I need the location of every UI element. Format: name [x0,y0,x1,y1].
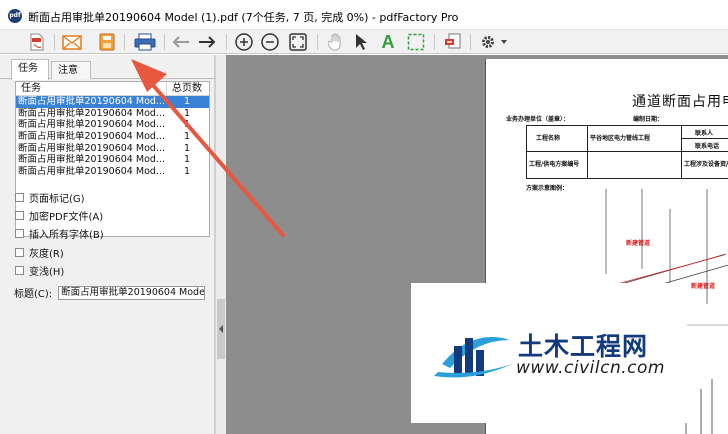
job-row[interactable]: 断面占用审批单20190604 Mod... 1 [16,119,209,131]
brand-logo-icon [434,337,512,378]
option-grayscale[interactable]: 灰度(R) [15,245,64,260]
page-marks-checkbox[interactable] [15,192,24,202]
text-tool-label: A [381,31,395,52]
option-label: 变浅(H) [29,266,65,278]
panel-splitter[interactable] [215,55,226,434]
tab-notes[interactable]: 注意 [51,61,91,79]
job-name: 断面占用审批单20190604 Mod... [18,107,165,119]
option-label: 页面标记(G) [29,193,85,205]
settings-gear-icon[interactable] [477,32,511,52]
lighten-checkbox[interactable] [15,265,24,275]
title-bar: pdf 断面占用审批单20190604 Model (1).pdf (7个任务,… [0,0,728,30]
job-page-count: 1 [183,131,191,143]
email-icon[interactable] [60,32,84,52]
option-page-marks[interactable]: 页面标记(G) [15,190,85,205]
title-field-label: 标题(C): [14,289,53,300]
forward-arrow-icon[interactable] [196,32,218,52]
delete-pages-icon[interactable] [442,32,464,52]
print-icon[interactable] [132,32,158,52]
option-embed-fonts[interactable]: 插入所有字体(B) [15,226,104,241]
option-encrypt-pdf[interactable]: 加密PDF文件(A) [15,208,104,223]
toolbar: A [0,30,728,54]
job-row[interactable]: 断面占用审批单20190604 Mod... 1 [16,96,209,108]
job-name: 断面占用审批单20190604 Mod... [18,154,165,166]
job-page-count: 1 [183,154,191,166]
job-page-count: 1 [183,107,191,119]
job-list-rows: 断面占用审批单20190604 Mod... 1 断面占用审批单20190604 M… [16,96,209,178]
job-name: 断面占用审批单20190604 Mod... [18,131,165,143]
grayscale-checkbox[interactable] [15,247,24,257]
collapse-panel-handle[interactable] [217,299,225,359]
job-page-count: 1 [183,119,191,131]
title-field[interactable]: 断面占用审批单20190604 Model (1 [58,285,206,300]
job-row[interactable]: 断面占用审批单20190604 Mod... 1 [16,143,209,155]
job-page-count: 1 [183,96,191,107]
column-header-pages[interactable]: 总页数 [167,82,207,95]
option-label: 插入所有字体(B) [29,229,104,241]
save-icon[interactable] [96,32,118,52]
option-label: 加密PDF文件(A) [29,211,104,223]
option-lighten[interactable]: 变浅(H) [15,263,65,278]
watermark-url: www.civilcn.com [516,358,665,378]
pdf-file-icon[interactable] [26,32,48,52]
tab-tasks[interactable]: 任务 [11,59,49,80]
zoom-out-icon[interactable] [259,32,281,52]
job-page-count: 1 [183,142,191,154]
column-header-task[interactable]: 任务 [16,82,167,95]
job-page-count: 1 [183,166,191,178]
job-row[interactable]: 断面占用审批单20190604 Mod... 1 [16,166,209,178]
job-row[interactable]: 断面占用审批单20190604 Mod... 1 [16,154,209,166]
title-row: 标题(C): 断面占用审批单20190604 Model (1 [14,285,206,300]
text-tool-icon[interactable]: A [378,32,398,52]
job-name: 断面占用审批单20190604 Mod... [18,119,165,131]
tab-strip: 任务 注意 [0,59,215,80]
left-panel: 任务 注意 任务 总页数 断面占用审批单20190604 Mod... 1 断面占用… [0,55,215,434]
job-name: 断面占用审批单20190604 Mod... [18,166,165,178]
app-logo-icon: pdf [8,9,22,23]
fit-page-icon[interactable] [287,32,309,52]
zoom-in-icon[interactable] [233,32,255,52]
option-label: 灰度(R) [29,248,64,260]
job-name: 断面占用审批单20190604 Mod... [18,96,165,107]
embed-fonts-checkbox[interactable] [15,228,24,238]
encrypt-pdf-checkbox[interactable] [15,210,24,220]
job-row[interactable]: 断面占用审批单20190604 Mod... 1 [16,108,209,120]
job-row[interactable]: 断面占用审批单20190604 Mod... 1 [16,131,209,143]
back-arrow-icon[interactable] [170,32,192,52]
hand-tool-icon[interactable] [325,32,347,52]
select-arrow-icon[interactable] [351,32,371,52]
job-name: 断面占用审批单20190604 Mod... [18,142,165,154]
job-list-header: 任务 总页数 [16,82,209,96]
window-title: 断面占用审批单20190604 Model (1).pdf (7个任务, 7 页… [28,11,459,24]
snapshot-icon[interactable] [405,32,427,52]
